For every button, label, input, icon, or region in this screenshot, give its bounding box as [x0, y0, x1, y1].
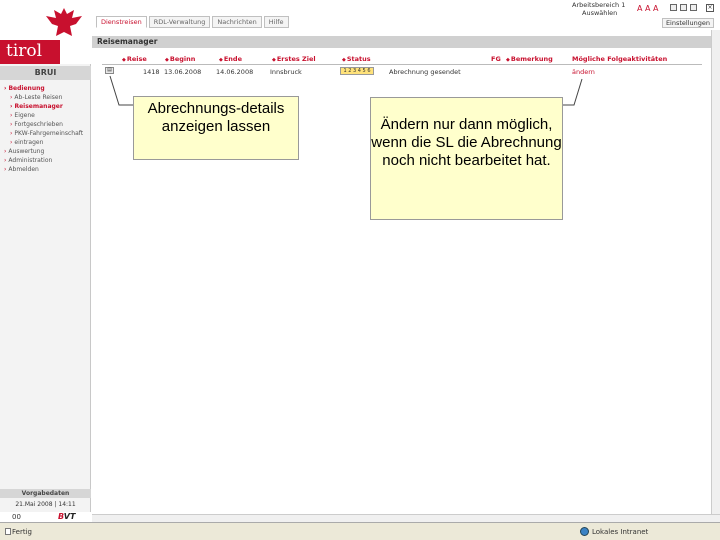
vertical-scrollbar[interactable] — [711, 30, 720, 514]
callout-change: Ändern nur dann möglich, wenn die SL die… — [370, 97, 563, 220]
cell-reise: 1418 — [143, 68, 160, 76]
col-folgeaktivitaeten: Mögliche Folgeaktivitäten — [572, 55, 668, 63]
sidebar-item-1[interactable]: › Ab-Leste Reisen — [4, 93, 90, 102]
chevron-right-icon: › — [10, 130, 13, 137]
callout-details: Abrechnungs-details anzeigen lassen — [133, 96, 299, 160]
bvt-logo-rest: VT — [63, 512, 76, 521]
cell-beginn: 13.06.2008 — [164, 68, 202, 76]
footer-date: 21.Mai 2008 | 14:11 — [15, 501, 76, 508]
col-ende[interactable]: ◆Ende — [219, 55, 242, 63]
sidebar-item-label: eintragen — [14, 139, 44, 146]
footer-id: 00 — [12, 513, 21, 521]
sidebar-item-0[interactable]: › Bedienung — [4, 84, 90, 93]
sidebar-item-9[interactable]: › Abmelden — [4, 165, 90, 174]
user-name: BRUI — [0, 66, 91, 80]
sidebar-item-label: Bedienung — [8, 85, 45, 92]
change-link[interactable]: ändern — [572, 68, 595, 76]
col-reise[interactable]: ◆Reise — [122, 55, 147, 63]
sidebar-nav: › Bedienung › Ab-Leste Reisen › Reisemanager ›… — [4, 84, 90, 174]
window-icon[interactable] — [680, 4, 687, 11]
col-beginn[interactable]: ◆Beginn — [165, 55, 195, 63]
sidebar-item-label: Ab-Leste Reisen — [14, 94, 63, 101]
col-status[interactable]: ◆Status — [342, 55, 371, 63]
sidebar-item-label: Eigene — [14, 112, 35, 119]
status-text: Fertig — [12, 528, 32, 536]
col-erstes-ziel[interactable]: ◆Erstes Ziel — [272, 55, 316, 63]
tirol-eagle-icon — [46, 8, 82, 36]
tab-0[interactable]: Dienstreisen — [96, 16, 147, 28]
area-title: Arbeitsbereich 1 — [572, 1, 626, 9]
col-bemerkung[interactable]: ◆Bemerkung — [506, 55, 553, 63]
sidebar-item-label: Administration — [8, 157, 53, 164]
chevron-right-icon: › — [4, 148, 7, 155]
sidebar-item-5[interactable]: › PKW-Fahrgemeinschaft — [4, 129, 90, 138]
globe-icon — [580, 527, 589, 536]
sidebar-item-2[interactable]: › Reisemanager — [4, 102, 90, 111]
logo-text: tirol — [6, 41, 43, 61]
tab-2[interactable]: Nachrichten — [212, 16, 262, 28]
tab-3[interactable]: Hilfe — [263, 16, 289, 28]
sidebar-item-7[interactable]: › Auswertung — [4, 147, 90, 156]
settings-button[interactable]: Einstellungen — [661, 18, 714, 28]
sidebar-item-4[interactable]: › Fortgeschrieben — [4, 120, 90, 129]
main-tabs: Dienstreisen RDL-Verwaltung Nachrichten Hil… — [96, 16, 291, 28]
print-icon[interactable] — [670, 4, 677, 11]
sidebar-item-6[interactable]: › eintragen — [4, 138, 90, 147]
chevron-right-icon: › — [10, 121, 13, 128]
chevron-right-icon: › — [10, 112, 13, 119]
sidebar-item-label: PKW-Fahrgemeinschaft — [14, 130, 84, 137]
page-title: Reisemanager — [92, 36, 711, 48]
status-indicator: 1 2 3 4 5 6 — [340, 67, 374, 75]
logo-area: tirol — [0, 0, 91, 64]
chevron-right-icon: › — [4, 157, 7, 164]
area-select-link[interactable]: Auswählen — [582, 9, 617, 17]
header: Dienstreisen RDL-Verwaltung Nachrichten Hil… — [92, 0, 720, 30]
zone-text: Lokales Intranet — [592, 528, 649, 536]
footer-label: Vorgabedaten — [0, 489, 91, 498]
status-bar: Fertig Lokales Intranet — [0, 522, 720, 540]
bvt-logo: BVT — [58, 512, 75, 521]
details-icon[interactable]: ▤ — [105, 67, 114, 74]
sidebar: tirol BRUI › Bedienung › Ab-Leste Reisen › Re… — [0, 0, 91, 521]
col-fg[interactable]: FG — [491, 55, 501, 63]
font-size-controls[interactable]: A A A — [637, 4, 659, 13]
sidebar-item-label: Fortgeschrieben — [14, 121, 63, 128]
cell-ende: 14.06.2008 — [216, 68, 254, 76]
header-divider — [102, 64, 702, 65]
sidebar-item-label: Auswertung — [8, 148, 45, 155]
close-icon[interactable]: × — [706, 4, 714, 12]
chevron-right-icon: › — [10, 103, 13, 110]
cell-bemerkung: Abrechnung gesendet — [389, 68, 461, 76]
sidebar-item-3[interactable]: › Eigene — [4, 111, 90, 120]
window-restore-icon[interactable] — [690, 4, 697, 11]
cell-ziel: Innsbruck — [270, 68, 302, 76]
chevron-right-icon: › — [10, 94, 13, 101]
tab-1[interactable]: RDL-Verwaltung — [148, 16, 211, 28]
chevron-right-icon: › — [10, 139, 13, 146]
chevron-right-icon: › — [4, 85, 7, 92]
chevron-right-icon: › — [4, 166, 7, 173]
horizontal-scrollbar[interactable] — [92, 514, 720, 522]
sidebar-item-label: Abmelden — [8, 166, 39, 173]
page-icon — [5, 528, 11, 535]
sidebar-item-label: Reisemanager — [14, 103, 63, 110]
sidebar-item-8[interactable]: › Administration — [4, 156, 90, 165]
